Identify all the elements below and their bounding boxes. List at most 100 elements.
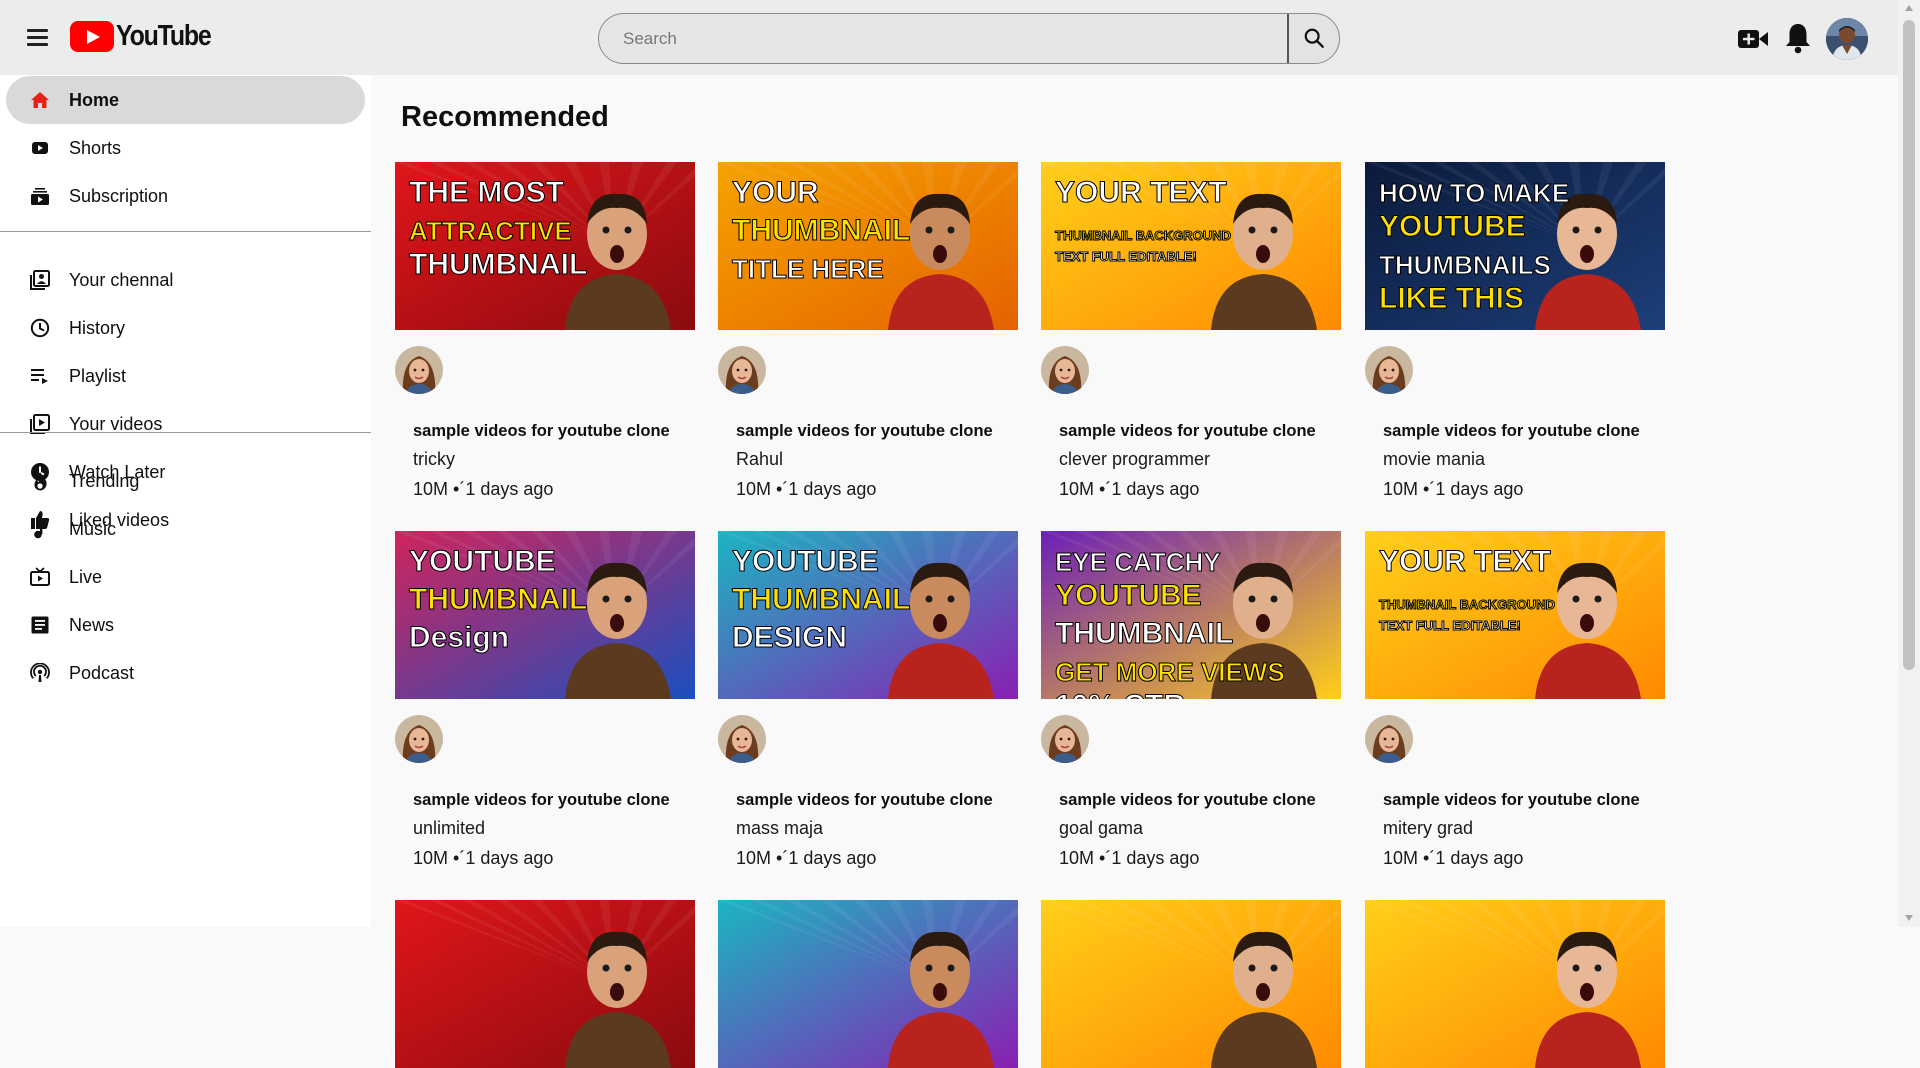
svg-text:GET MORE VIEWS: GET MORE VIEWS xyxy=(1055,657,1285,687)
video-title: sample videos for youtube clone xyxy=(413,791,670,809)
youtube-logo[interactable]: YouTube xyxy=(70,20,226,53)
channel-avatar[interactable] xyxy=(1041,715,1089,763)
channel-avatar[interactable] xyxy=(395,346,443,394)
video-thumbnail[interactable]: YOUTUBE THUMBNAIL DESIGN xyxy=(718,531,1018,699)
video-meta: 10M •´1 days ago xyxy=(1059,479,1200,499)
channel-name[interactable]: movie mania xyxy=(1383,449,1485,470)
sidebar-item-history[interactable]: History xyxy=(6,304,365,352)
history-icon xyxy=(30,318,50,338)
video-thumbnail[interactable]: YOUR TEXT THUMBNAIL BACKGROUND TEXT FULL E… xyxy=(1365,531,1665,699)
podcast-icon xyxy=(30,663,50,682)
svg-text:THUMBNAILS: THUMBNAILS xyxy=(1379,250,1551,280)
sidebar-item-label: Music xyxy=(69,518,117,539)
sidebar-item-live[interactable]: Live xyxy=(6,553,365,601)
channel-name[interactable]: mitery grad xyxy=(1383,818,1473,839)
sidebar-item-label: History xyxy=(69,317,126,338)
search-input[interactable] xyxy=(598,13,1287,64)
channel-name[interactable]: tricky xyxy=(413,449,455,470)
svg-text:YOUR TEXT: YOUR TEXT xyxy=(1055,176,1227,209)
scrollbar-thumb[interactable] xyxy=(1903,20,1915,670)
channel-avatar[interactable] xyxy=(718,346,766,394)
channel-name[interactable]: unlimited xyxy=(413,818,485,839)
svg-text:YOUTUBE: YOUTUBE xyxy=(1055,579,1202,612)
shorts-icon xyxy=(32,142,48,154)
sidebar-item-label: Shorts xyxy=(69,137,122,158)
sidebar-item-music[interactable]: Music xyxy=(6,505,365,553)
news-icon xyxy=(31,616,49,634)
logo-text: YouTube xyxy=(116,20,212,52)
sidebar-divider xyxy=(0,231,371,232)
video-thumbnail[interactable]: YOUR TEXT THUMBNAIL BACKGROUND TEXT FULL E… xyxy=(1041,162,1341,330)
video-meta: 10M •´1 days ago xyxy=(1383,848,1524,868)
playlist-icon xyxy=(31,369,48,384)
create-video-icon[interactable] xyxy=(1738,28,1768,50)
video-meta: 10M •´1 days ago xyxy=(1059,848,1200,868)
svg-text:THUMBNAIL BACKGROUND: THUMBNAIL BACKGROUND xyxy=(1379,597,1555,612)
sidebar-item-shorts[interactable]: Shorts xyxy=(6,124,365,172)
sidebar-item-label: Trending xyxy=(69,470,140,491)
video-thumbnail[interactable]: HOW TO MAKE YOUTUBE THUMBNAILS LIKE THIS xyxy=(1365,162,1665,330)
svg-text:YOUTUBE: YOUTUBE xyxy=(409,545,556,578)
video-thumbnail[interactable]: EYE CATCHY YOUTUBE THUMBNAIL GET MORE VIEWS… xyxy=(1041,531,1341,699)
sidebar-item-label: Live xyxy=(69,566,103,587)
video-title: sample videos for youtube clone xyxy=(1383,791,1640,809)
video-meta: 10M •´1 days ago xyxy=(413,479,554,499)
notifications-bell-icon[interactable] xyxy=(1783,22,1813,54)
svg-text:YOUTUBE: YOUTUBE xyxy=(732,545,879,578)
search-button[interactable] xyxy=(1287,13,1340,64)
video-title: sample videos for youtube clone xyxy=(1059,791,1316,809)
sidebar-divider xyxy=(0,432,371,433)
sidebar-item-your-chennal[interactable]: Your chennal xyxy=(6,256,365,304)
sidebar-item-trending[interactable]: Trending xyxy=(6,457,365,505)
scroll-down-arrow-icon[interactable] xyxy=(1905,915,1913,921)
channel-avatar[interactable] xyxy=(1365,346,1413,394)
channel-avatar[interactable] xyxy=(395,715,443,763)
your-channel-icon xyxy=(30,270,50,290)
sidebar-item-your-videos[interactable]: Your videos xyxy=(6,400,365,448)
video-thumbnail[interactable] xyxy=(718,900,1018,1068)
video-meta: 10M •´1 days ago xyxy=(413,848,554,868)
page-scrollbar[interactable] xyxy=(1898,0,1920,927)
video-thumbnail[interactable] xyxy=(1365,900,1665,1068)
video-thumbnail[interactable] xyxy=(395,900,695,1068)
channel-name[interactable]: Rahul xyxy=(736,449,783,470)
svg-text:YOUR TEXT: YOUR TEXT xyxy=(1379,545,1551,578)
section-title: Recommended xyxy=(401,101,609,133)
video-thumbnail[interactable]: YOUR THUMBNAIL TITLE HERE xyxy=(718,162,1018,330)
sidebar-item-label: Home xyxy=(69,89,120,110)
live-icon xyxy=(30,567,50,586)
channel-avatar[interactable] xyxy=(1041,346,1089,394)
video-thumbnail[interactable] xyxy=(1041,900,1341,1068)
sidebar-item-podcast[interactable]: Podcast xyxy=(6,649,365,697)
sidebar-item-label: Subscription xyxy=(69,185,169,206)
video-title: sample videos for youtube clone xyxy=(736,791,993,809)
video-meta: 10M •´1 days ago xyxy=(1383,479,1524,499)
svg-text:TEXT FULL EDITABLE!: TEXT FULL EDITABLE! xyxy=(1055,249,1197,264)
svg-text:THUMBNAIL: THUMBNAIL xyxy=(409,583,587,616)
svg-text:THE MOST: THE MOST xyxy=(409,176,564,209)
svg-text:DESIGN: DESIGN xyxy=(732,621,847,654)
sidebar-item-label: News xyxy=(69,614,115,635)
video-thumbnail[interactable]: THE MOST ATTRACTIVE THUMBNAIL xyxy=(395,162,695,330)
svg-text:LIKE THIS: LIKE THIS xyxy=(1379,282,1524,315)
svg-text:THUMBNAIL: THUMBNAIL xyxy=(1055,617,1233,650)
sidebar-item-news[interactable]: News xyxy=(6,601,365,649)
sidebar-item-label: Playlist xyxy=(69,365,127,386)
sidebar-item-label: Podcast xyxy=(69,662,135,683)
user-avatar[interactable] xyxy=(1826,18,1868,60)
svg-text:ATTRACTIVE: ATTRACTIVE xyxy=(409,216,572,246)
channel-avatar[interactable] xyxy=(1365,715,1413,763)
channel-name[interactable]: clever programmer xyxy=(1059,449,1210,470)
video-thumbnail[interactable]: YOUTUBE THUMBNAIL Design xyxy=(395,531,695,699)
channel-avatar[interactable] xyxy=(718,715,766,763)
sidebar-item-playlist[interactable]: Playlist xyxy=(6,352,365,400)
music-icon xyxy=(34,520,47,539)
sidebar-item-home[interactable]: Home xyxy=(6,76,365,124)
trending-icon xyxy=(34,472,47,491)
channel-name[interactable]: mass maja xyxy=(736,818,823,839)
sidebar-item-subscription[interactable]: Subscription xyxy=(6,172,365,220)
hamburger-menu-icon[interactable] xyxy=(22,23,52,53)
svg-text:TEXT FULL EDITABLE!: TEXT FULL EDITABLE! xyxy=(1379,618,1521,633)
scroll-up-arrow-icon[interactable] xyxy=(1905,5,1913,11)
channel-name[interactable]: goal gama xyxy=(1059,818,1143,839)
